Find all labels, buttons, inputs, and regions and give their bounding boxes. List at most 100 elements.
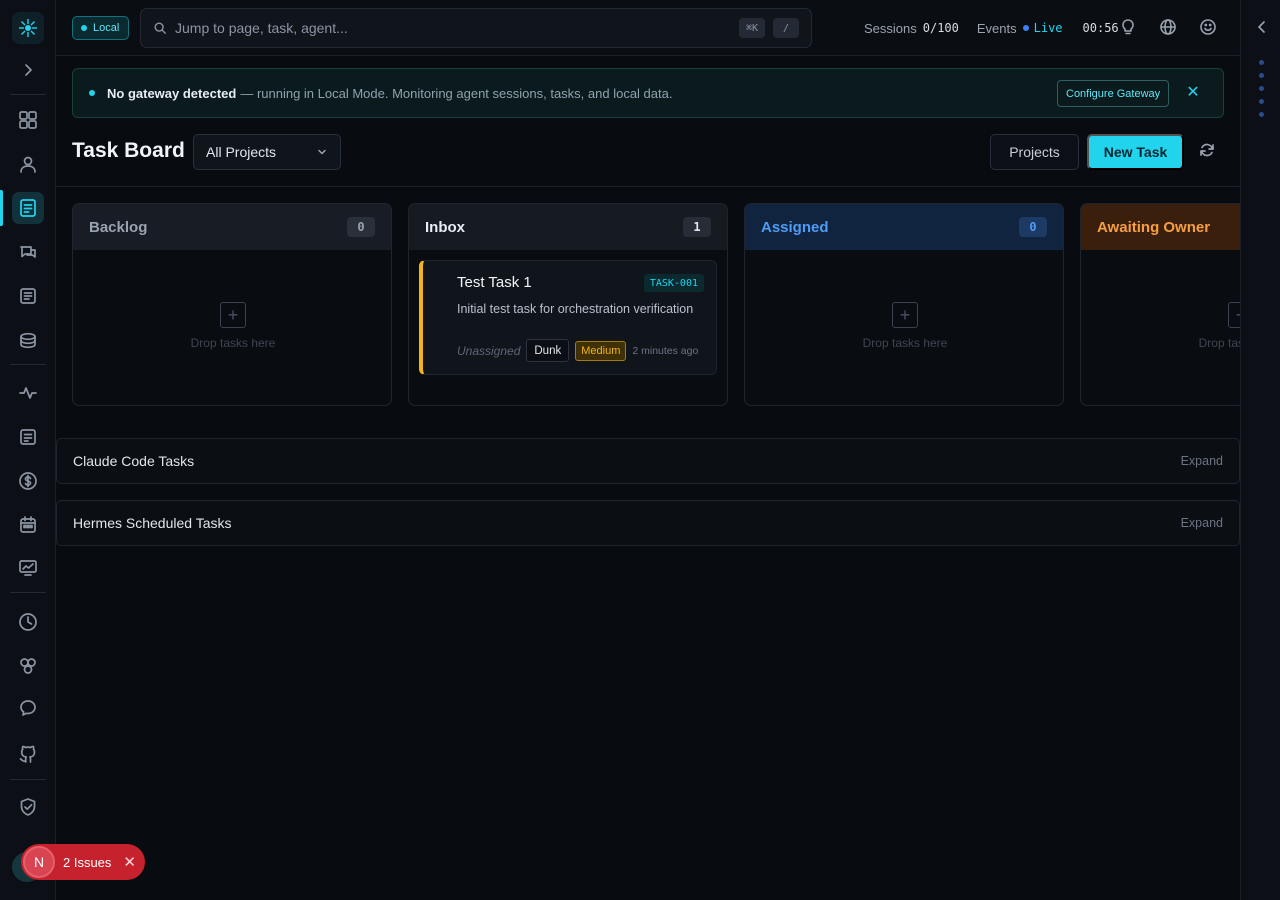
sidebar-item-security[interactable]: [12, 791, 44, 823]
project-filter-select[interactable]: All Projects: [193, 134, 341, 170]
column-header: Inbox 1: [409, 204, 727, 250]
sidebar-item-integrations[interactable]: [12, 650, 44, 682]
project-filter-value: All Projects: [206, 144, 277, 160]
issues-toast[interactable]: N 2 Issues ✕: [21, 844, 145, 880]
chevron-left-icon: [1257, 21, 1265, 33]
clock: 00:56: [1082, 21, 1119, 35]
refresh-icon: [1200, 143, 1214, 157]
security-icon: [20, 798, 36, 816]
language-button[interactable]: [1159, 18, 1179, 38]
sidebar-item-logs[interactable]: [12, 280, 44, 312]
column-inbox[interactable]: Inbox 1 Test Task 1 TASK-001 Initial tes…: [408, 203, 728, 406]
logs-icon: [20, 288, 36, 304]
section-claude-code-tasks[interactable]: Claude Code Tasks Expand: [56, 438, 1240, 484]
plus-icon: +: [1228, 302, 1240, 328]
tips-button[interactable]: [1119, 18, 1139, 38]
sidebar: [0, 0, 56, 900]
column-title: Assigned: [761, 218, 829, 236]
projects-button[interactable]: Projects: [990, 134, 1079, 170]
profile-button[interactable]: [1199, 18, 1219, 38]
history-icon: [19, 613, 37, 631]
issues-label: 2 Issues: [63, 854, 112, 870]
globe-icon: [1160, 19, 1176, 35]
sidebar-item-tasks[interactable]: [12, 192, 44, 224]
sidebar-item-chat[interactable]: [12, 236, 44, 268]
header-divider: [56, 186, 1240, 187]
calendar-icon: [20, 516, 36, 533]
command-search[interactable]: ⌘K /: [140, 8, 812, 48]
agents-icon: [20, 156, 36, 173]
live-dot: [1022, 25, 1029, 31]
events-label: Events: [976, 20, 1017, 36]
mode-status-dot: [81, 25, 87, 31]
new-task-button[interactable]: New Task: [1087, 134, 1184, 170]
panel-dot: [1259, 99, 1264, 104]
refresh-button[interactable]: [1198, 141, 1218, 161]
logo-icon: [19, 19, 37, 37]
app-logo[interactable]: [12, 12, 44, 44]
plus-icon: +: [892, 302, 918, 328]
banner-dot: [89, 90, 95, 96]
banner-message: — running in Local Mode. Monitoring agen…: [240, 85, 673, 101]
drop-zone[interactable]: + Drop tasks here: [1081, 302, 1240, 350]
column-backlog[interactable]: Backlog 0 + Drop tasks here: [72, 203, 392, 406]
sidebar-item-history[interactable]: [12, 606, 44, 638]
expand-button[interactable]: Expand: [1181, 454, 1223, 468]
chevron-right-icon: [25, 64, 32, 76]
sidebar-item-database[interactable]: [12, 325, 44, 357]
panel-dot: [1259, 73, 1264, 78]
agent-tag: Dunk: [526, 339, 570, 362]
chat-icon: [20, 246, 36, 258]
live-indicator[interactable]: Live: [1022, 21, 1063, 35]
task-card[interactable]: Test Task 1 TASK-001 Initial test task f…: [419, 260, 717, 375]
search-icon: [154, 22, 166, 34]
sidebar-item-notes[interactable]: [12, 421, 44, 453]
column-header: Awaiting Owner: [1081, 204, 1240, 250]
gateway-banner: No gateway detected — running in Local M…: [72, 68, 1224, 118]
column-count: 0: [1019, 217, 1047, 237]
column-count: 0: [347, 217, 375, 237]
sidebar-item-agents[interactable]: [12, 148, 44, 180]
activity-icon: [19, 387, 37, 399]
sidebar-item-cost[interactable]: [12, 465, 44, 497]
expand-button[interactable]: Expand: [1181, 516, 1223, 530]
lightbulb-icon: [1122, 19, 1134, 35]
shortcut-slash: /: [773, 18, 799, 38]
page-title: Task Board: [72, 139, 185, 162]
column-assigned[interactable]: Assigned 0 + Drop tasks here: [744, 203, 1064, 406]
configure-gateway-button[interactable]: Configure Gateway: [1057, 80, 1170, 107]
column-count: 1: [683, 217, 711, 237]
collapse-panel-button[interactable]: [1254, 19, 1270, 35]
tasks-icon: [20, 199, 36, 217]
mode-badge[interactable]: Local: [72, 16, 130, 40]
expand-sidebar-button[interactable]: [12, 54, 44, 86]
top-stats: Sessions 0/100 Events Live 00:56: [864, 0, 1119, 56]
drop-text: Drop tasks here: [1198, 336, 1240, 350]
shortcut-key: ⌘K: [739, 18, 765, 38]
section-hermes-scheduled-tasks[interactable]: Hermes Scheduled Tasks Expand: [56, 500, 1240, 546]
sidebar-item-github[interactable]: [12, 738, 44, 770]
issues-avatar: N: [23, 846, 55, 878]
sidebar-item-activity[interactable]: [12, 377, 44, 409]
close-icon[interactable]: ✕: [123, 853, 136, 871]
top-bar: Local ⌘K / Sessions 0/100 Events Live 00…: [56, 0, 1240, 56]
drop-zone[interactable]: + Drop tasks here: [73, 302, 391, 350]
sidebar-divider: [10, 779, 46, 780]
sidebar-divider: [10, 592, 46, 593]
drop-zone[interactable]: + Drop tasks here: [745, 302, 1063, 350]
sidebar-item-monitor[interactable]: [12, 552, 44, 584]
chevron-down-icon: [318, 149, 326, 155]
live-label: Live: [1033, 21, 1063, 35]
sidebar-item-calendar[interactable]: [12, 509, 44, 541]
drop-text: Drop tasks here: [862, 336, 948, 350]
github-icon: [19, 745, 36, 763]
memory-icon: [20, 700, 36, 716]
banner-title: No gateway detected: [107, 85, 237, 101]
sidebar-item-overview[interactable]: [12, 104, 44, 136]
sidebar-item-memory[interactable]: [12, 692, 44, 724]
close-icon[interactable]: ✕: [1185, 85, 1201, 101]
integrations-icon: [20, 658, 36, 674]
column-awaiting-owner[interactable]: Awaiting Owner + Drop tasks here: [1080, 203, 1240, 406]
section-title: Hermes Scheduled Tasks: [73, 515, 232, 531]
search-input[interactable]: [175, 20, 731, 36]
